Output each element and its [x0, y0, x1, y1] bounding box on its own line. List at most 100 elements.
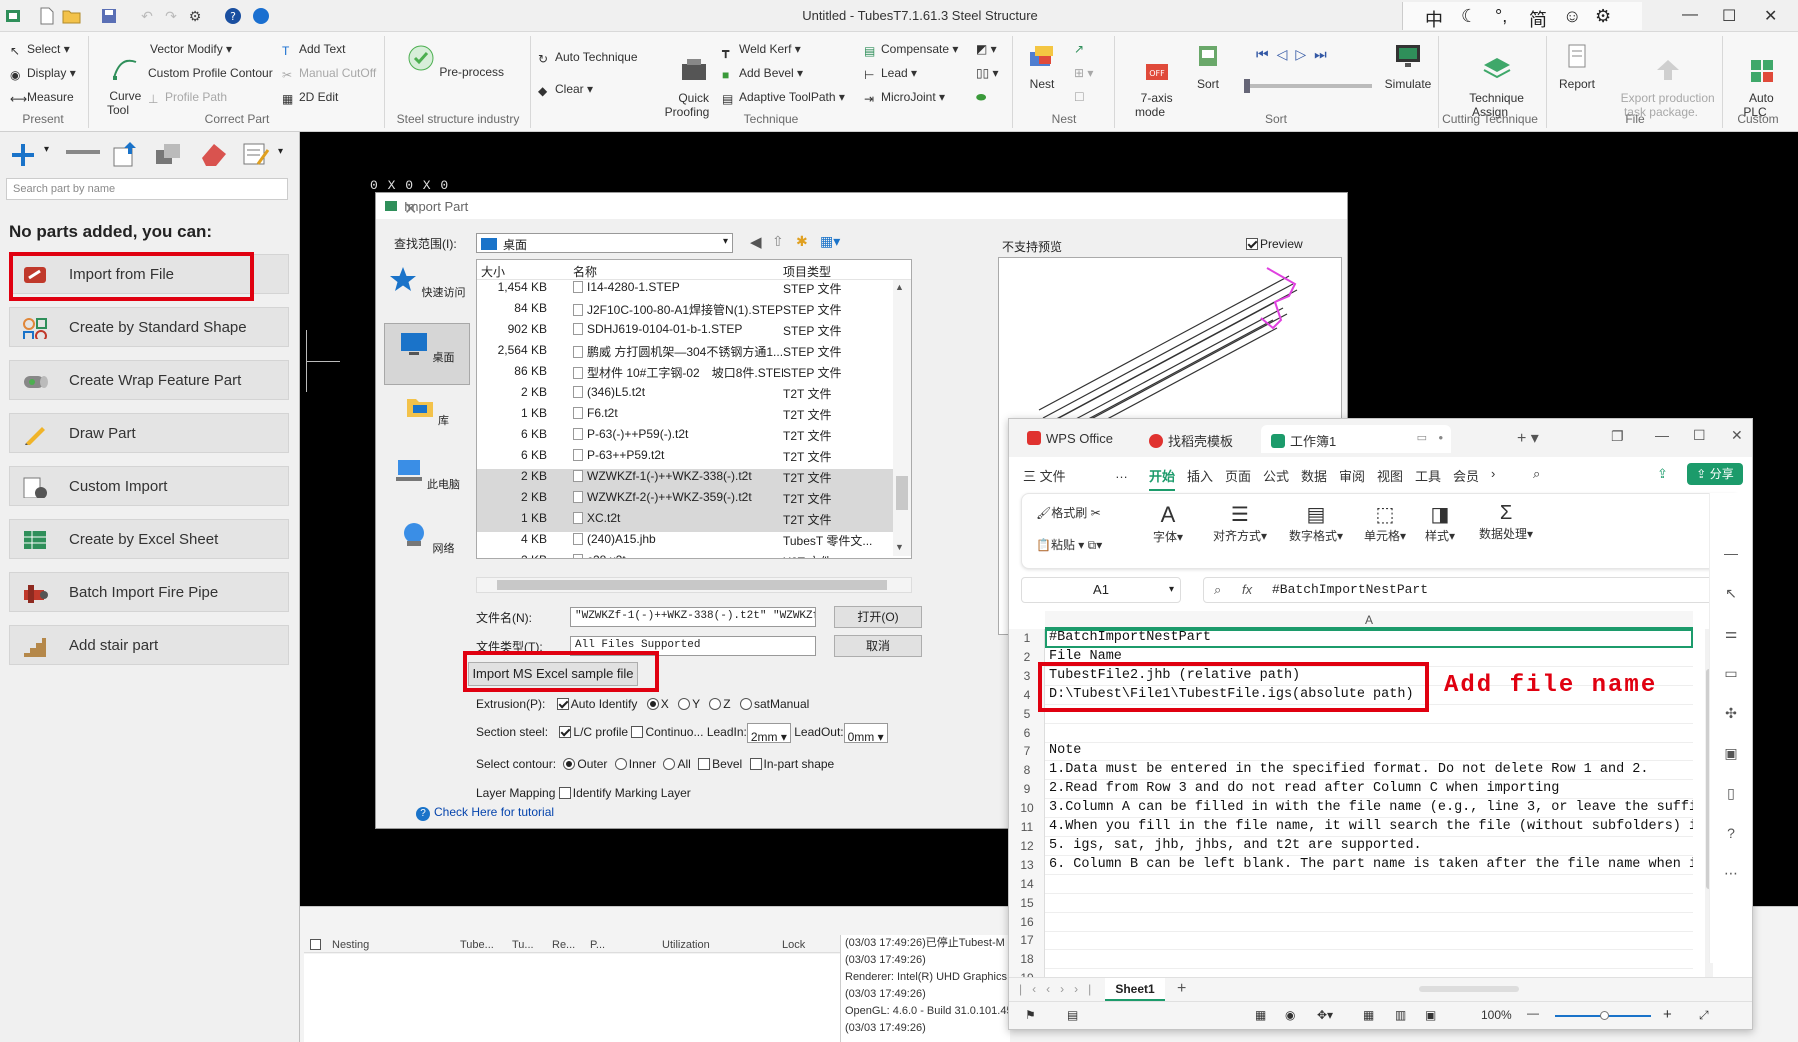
- tab-dot-icon[interactable]: •: [1438, 430, 1443, 445]
- weld-kerf-button[interactable]: ┳ Weld Kerf ▾: [722, 42, 801, 58]
- sheet-nav-icons[interactable]: |‹‹››|: [1019, 982, 1101, 996]
- align-button[interactable]: ☰ 对齐方式▾: [1208, 502, 1272, 544]
- sat-manual-radio[interactable]: satManual: [739, 697, 809, 711]
- adaptive-toolpath-button[interactable]: ▤ Adaptive ToolPath ▾: [722, 90, 845, 106]
- axis-z-radio[interactable]: Z: [709, 697, 731, 711]
- place-this-pc[interactable]: 此电脑: [384, 451, 470, 513]
- fx-icon[interactable]: fx: [1242, 578, 1252, 602]
- new-tab-icon[interactable]: + ▾: [1517, 428, 1539, 448]
- file-row[interactable]: 6 KB P-63++P59.t2t T2T 文件: [477, 448, 893, 469]
- row-number[interactable]: 12: [1009, 837, 1045, 855]
- contour-outer-radio[interactable]: Outer: [563, 757, 607, 771]
- ime-settings-icon[interactable]: ⚙: [1595, 6, 1611, 27]
- up-folder-icon[interactable]: ⇧: [772, 233, 784, 250]
- auto-technique-button[interactable]: ↻ Auto Technique: [538, 50, 638, 66]
- col-name[interactable]: 名称: [573, 263, 597, 280]
- template-tab[interactable]: 找稻壳模板: [1139, 425, 1243, 453]
- place-quick-access[interactable]: 快速访问: [384, 259, 470, 321]
- col-type[interactable]: 项目类型: [783, 263, 831, 280]
- row-number[interactable]: 14: [1009, 875, 1045, 893]
- cloud-upload-icon[interactable]: ⇪: [1657, 466, 1668, 482]
- row-number[interactable]: 9: [1009, 780, 1045, 798]
- add-stair-part-button[interactable]: Add stair part: [9, 625, 289, 665]
- select-button[interactable]: ↖ Select ▾: [10, 42, 70, 58]
- name-box[interactable]: A1 ▾: [1021, 577, 1181, 603]
- contour-inner-radio[interactable]: Inner: [614, 757, 656, 771]
- col-utilization[interactable]: Utilization: [662, 939, 710, 951]
- theme-icon[interactable]: [252, 7, 270, 25]
- scroll-up-icon[interactable]: ▲: [895, 282, 904, 292]
- save-icon[interactable]: [100, 7, 118, 25]
- zoom-slider-thumb[interactable]: [1600, 1011, 1609, 1020]
- lead-button[interactable]: ⊢ Lead ▾: [864, 66, 917, 82]
- manual-cutoff-button[interactable]: ✂ Manual CutOff: [282, 66, 376, 82]
- dialog-close-icon[interactable]: ✕: [404, 199, 1337, 219]
- style-button[interactable]: ◨ 样式▾: [1420, 502, 1460, 544]
- col-size[interactable]: 大小: [481, 263, 505, 280]
- identify-marking-checkbox[interactable]: Identify Marking Layer: [558, 786, 691, 800]
- fullscreen-icon[interactable]: ⤢: [1699, 1008, 1709, 1023]
- view-break-icon[interactable]: ▣: [1425, 1008, 1436, 1022]
- file-list-vscroll-thumb[interactable]: [896, 476, 908, 510]
- batch-import-fire-pipe-button[interactable]: Batch Import Fire Pipe: [9, 572, 289, 612]
- draw-part-button[interactable]: Draw Part: [9, 413, 289, 453]
- workbook-tab[interactable]: 工作簿1 ▭ •: [1261, 425, 1451, 453]
- compensate-button[interactable]: ▤ Compensate ▾: [864, 42, 958, 58]
- side-select-icon[interactable]: ↖: [1722, 585, 1740, 603]
- cell-button[interactable]: ⬚ 单元格▾: [1360, 502, 1410, 544]
- zoom-in-icon[interactable]: +: [1663, 1006, 1672, 1023]
- menu-more[interactable]: …: [1115, 466, 1128, 481]
- report-button[interactable]: Report: [1552, 42, 1602, 91]
- remove-part-icon[interactable]: [66, 148, 100, 156]
- tech-extra-3-icon[interactable]: ⬬: [976, 90, 986, 105]
- help-icon[interactable]: ?: [224, 7, 242, 25]
- format-painter-button[interactable]: 🖌格式刷 ✂: [1036, 504, 1101, 521]
- file-list-hscroll[interactable]: [476, 577, 912, 593]
- wps-close-button[interactable]: ✕: [1731, 427, 1743, 444]
- scroll-down-icon[interactable]: ▼: [895, 542, 904, 552]
- ime-moon-icon[interactable]: ☾: [1461, 6, 1477, 27]
- menu-formula[interactable]: 公式: [1263, 466, 1289, 485]
- side-book-icon[interactable]: ▯: [1722, 785, 1740, 803]
- place-desktop[interactable]: 桌面: [384, 323, 470, 385]
- row-number[interactable]: 16: [1009, 913, 1045, 931]
- sort-button[interactable]: Sort: [1188, 42, 1228, 91]
- row-number[interactable]: 15: [1009, 894, 1045, 912]
- nesting-select-all-checkbox[interactable]: [310, 939, 321, 950]
- maximize-button[interactable]: ☐: [1722, 6, 1736, 26]
- side-image-icon[interactable]: ▣: [1722, 745, 1740, 763]
- nest-opt-2-icon[interactable]: ⊞ ▾: [1074, 66, 1093, 80]
- file-row[interactable]: 2 KB WZWKZf-1(-)++WKZ-338(-).t2t T2T 文件: [477, 469, 893, 490]
- cell-a18[interactable]: [1049, 950, 1693, 968]
- side-adjust-icon[interactable]: ⚌: [1722, 625, 1740, 643]
- file-row[interactable]: 4 KB (240)A15.jhb TubesT 零件文...: [477, 532, 893, 553]
- view-menu-icon[interactable]: ▦▾: [820, 233, 840, 250]
- axis-x-radio[interactable]: X: [646, 697, 669, 711]
- row-number[interactable]: 17: [1009, 931, 1045, 949]
- cell-a6[interactable]: [1049, 724, 1693, 742]
- playback-controls[interactable]: ⏮◁▷⏭: [1256, 46, 1335, 63]
- contour-all-radio[interactable]: All: [663, 757, 691, 771]
- row-number[interactable]: 13: [1009, 856, 1045, 874]
- auto-identify-checkbox[interactable]: Auto Identify: [556, 697, 637, 711]
- nest-opt-1-icon[interactable]: ↗: [1074, 42, 1084, 56]
- side-help-icon[interactable]: ?: [1722, 825, 1740, 843]
- minimize-button[interactable]: —: [1682, 6, 1698, 24]
- place-network[interactable]: 网络: [384, 515, 470, 577]
- open-button[interactable]: 打开(O): [834, 606, 922, 628]
- bevel-checkbox[interactable]: Bevel: [698, 757, 742, 771]
- add-dropdown-icon[interactable]: ▾: [44, 144, 49, 155]
- continuous-checkbox[interactable]: Continuo...: [631, 725, 703, 739]
- eraser-icon[interactable]: [198, 140, 228, 168]
- vector-modify-button[interactable]: Vector Modify ▾: [150, 42, 232, 56]
- col-lock[interactable]: Lock: [782, 939, 805, 951]
- open-folder-icon[interactable]: [62, 7, 81, 25]
- file-list-vscroll[interactable]: ▲ ▼: [893, 280, 911, 556]
- create-wrap-feature-button[interactable]: Create Wrap Feature Part: [9, 360, 289, 400]
- search-icon[interactable]: ⌕: [1533, 466, 1540, 482]
- number-format-button[interactable]: ▤ 数字格式▾: [1284, 502, 1348, 544]
- file-row[interactable]: 1 KB XC.t2t T2T 文件: [477, 511, 893, 532]
- row-number[interactable]: 18: [1009, 950, 1045, 968]
- nest-opt-3-icon[interactable]: ☐: [1074, 90, 1085, 104]
- file-row[interactable]: 902 KB SDHJ619-0104-01-b-1.STEP STEP 文件: [477, 322, 893, 343]
